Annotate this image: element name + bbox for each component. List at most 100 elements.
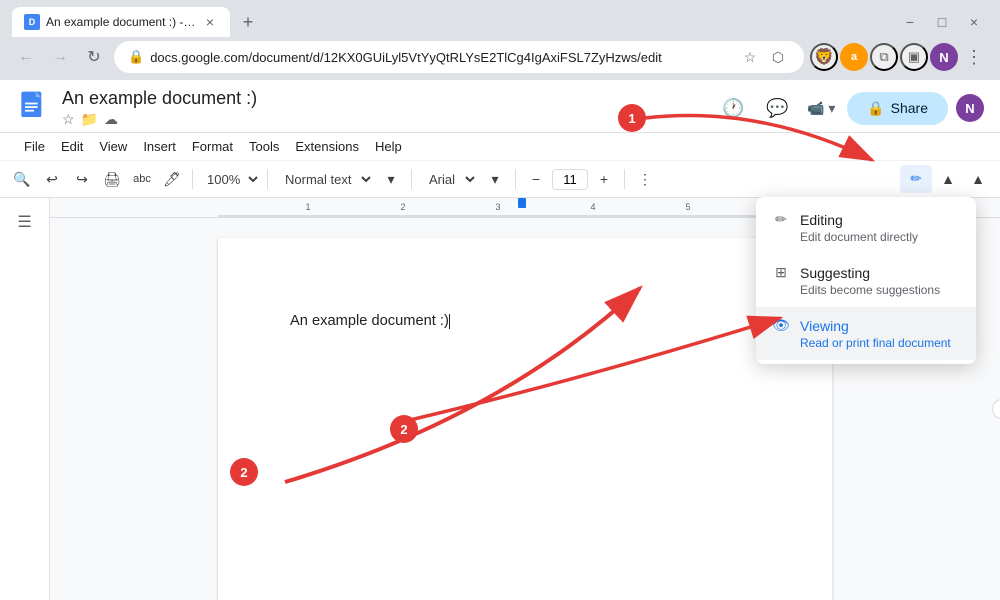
meet-button[interactable]: 📹 ▾ — [803, 90, 839, 126]
brave-icon-button[interactable]: 🦁 — [810, 43, 838, 71]
share-lock-icon: 🔒 — [867, 100, 884, 117]
docs-profile-icon[interactable]: N — [956, 94, 984, 122]
cloud-icon[interactable]: ☁ — [104, 111, 118, 128]
menu-insert[interactable]: Insert — [135, 135, 184, 158]
doc-page[interactable]: An example document :) — [218, 238, 832, 600]
forward-button[interactable]: → — [46, 43, 74, 71]
folder-icon[interactable]: 📁 — [81, 111, 98, 128]
font-size-input[interactable] — [552, 169, 588, 190]
toolbar-separator-4 — [515, 169, 516, 189]
history-button[interactable]: 🕐 — [715, 90, 751, 126]
star-icon[interactable]: ☆ — [62, 111, 75, 128]
share-label: Share — [891, 100, 928, 116]
font-size-increase-button[interactable]: + — [590, 165, 618, 193]
address-bar: ← → ↻ 🔒 docs.google.com/document/d/12KX0… — [0, 36, 1000, 80]
spell-check-button[interactable]: abc — [128, 165, 156, 193]
title-bar: D An example document :) - Goog × + − □ … — [0, 0, 1000, 36]
docs-app: An example document :) ☆ 📁 ☁ 🕐 💬 📹 ▾ 🔒 S… — [0, 80, 1000, 600]
browser-right-icons: 🦁 a ⧉ ▣ N ⋮ — [810, 43, 988, 71]
doc-content[interactable]: An example document :) — [290, 310, 760, 332]
editing-subtitle: Edit document directly — [800, 230, 960, 244]
search-toolbar-button[interactable]: 🔍 — [8, 165, 36, 193]
font-select[interactable]: Arial — [418, 166, 479, 193]
menu-view[interactable]: View — [91, 135, 135, 158]
editing-pencil-icon: ✏ — [772, 211, 790, 228]
minimize-button[interactable]: − — [896, 8, 924, 36]
menu-edit[interactable]: Edit — [53, 135, 91, 158]
split-view-button[interactable]: ▣ — [900, 43, 928, 71]
bookmark-button[interactable]: ☆ — [738, 45, 762, 69]
svg-text:2: 2 — [400, 202, 405, 212]
docs-title: An example document :) — [62, 88, 257, 109]
toolbar-separator-5 — [624, 169, 625, 189]
docs-header-right: 🕐 💬 📹 ▾ 🔒 Share N — [715, 90, 984, 126]
menu-file[interactable]: File — [16, 135, 53, 158]
extensions-button[interactable]: ⧉ — [870, 43, 898, 71]
new-tab-button[interactable]: + — [234, 8, 262, 36]
browser-more-button[interactable]: ⋮ — [960, 43, 988, 71]
undo-button[interactable]: ↩ — [38, 165, 66, 193]
paint-format-button[interactable]: 🖊 — [158, 165, 186, 193]
profile-icon[interactable]: N — [930, 43, 958, 71]
suggesting-icon: ⊞ — [772, 264, 790, 281]
menu-tools[interactable]: Tools — [241, 135, 287, 158]
svg-text:3: 3 — [495, 202, 500, 212]
address-bar-icons: ☆ ⬡ — [738, 45, 790, 69]
back-button[interactable]: ← — [12, 43, 40, 71]
sidebar-hamburger-icon[interactable]: ☰ — [9, 206, 41, 238]
toolbar-collapse-button[interactable]: ▲ — [964, 165, 992, 193]
close-window-button[interactable]: × — [960, 8, 988, 36]
font-dropdown-button[interactable]: ▾ — [481, 165, 509, 193]
menu-extensions[interactable]: Extensions — [287, 135, 367, 158]
right-panel-toggle[interactable]: › — [992, 399, 1000, 419]
font-size-decrease-button[interactable]: − — [522, 165, 550, 193]
edit-mode-button[interactable]: ✏ — [900, 165, 932, 193]
tab-strip: D An example document :) - Goog × + — [12, 7, 262, 37]
style-dropdown-button[interactable]: ▾ — [377, 165, 405, 193]
more-toolbar-button[interactable]: ⋮ — [631, 165, 659, 193]
url-text: docs.google.com/document/d/12KX0GUiLyl5V… — [150, 50, 732, 65]
ruler-svg: 1 2 3 4 5 — [218, 198, 832, 218]
toolbar-separator-1 — [192, 169, 193, 189]
menu-help[interactable]: Help — [367, 135, 410, 158]
toolbar-separator-3 — [411, 169, 412, 189]
lock-icon: 🔒 — [128, 49, 144, 65]
docs-header: An example document :) ☆ 📁 ☁ 🕐 💬 📹 ▾ 🔒 S… — [0, 80, 1000, 133]
viewing-title: Viewing — [800, 318, 849, 334]
toolbar: 🔍 ↩ ↪ 🖨 abc 🖊 100% Normal text ▾ Arial ▾… — [0, 161, 1000, 198]
suggesting-subtitle: Edits become suggestions — [800, 283, 960, 297]
toolbar-right: ✏ ▲ ▲ ✏ Editing Edit document directly ⊞… — [900, 165, 992, 193]
tab-close-button[interactable]: × — [202, 14, 218, 30]
address-input[interactable]: 🔒 docs.google.com/document/d/12KX0GUiLyl… — [114, 41, 804, 73]
editing-mode-header: ✏ Editing — [772, 211, 960, 228]
active-tab[interactable]: D An example document :) - Goog × — [12, 7, 230, 37]
docs-header-left: An example document :) ☆ 📁 ☁ — [16, 88, 257, 128]
window-controls: − □ × — [896, 8, 988, 36]
share-button[interactable]: 🔒 Share — [847, 92, 948, 125]
share-page-button[interactable]: ⬡ — [766, 45, 790, 69]
docs-title-icons: ☆ 📁 ☁ — [62, 111, 257, 128]
mode-chevron-button[interactable]: ▲ — [934, 165, 962, 193]
style-select[interactable]: Normal text — [274, 166, 375, 193]
suggesting-mode-item[interactable]: ⊞ Suggesting Edits become suggestions — [756, 254, 976, 307]
comment-button[interactable]: 💬 — [759, 90, 795, 126]
print-button[interactable]: 🖨 — [98, 165, 126, 193]
suggesting-title: Suggesting — [800, 265, 870, 281]
svg-text:1: 1 — [305, 202, 310, 212]
menu-format[interactable]: Format — [184, 135, 241, 158]
ruler-inner: 1 2 3 4 5 — [218, 198, 832, 218]
viewing-subtitle: Read or print final document — [800, 336, 960, 350]
svg-text:4: 4 — [590, 202, 595, 212]
reload-button[interactable]: ↻ — [80, 43, 108, 71]
text-cursor — [449, 314, 450, 329]
doc-sidebar: ☰ — [0, 198, 50, 600]
viewing-mode-item[interactable]: 👁 Viewing Read or print final document — [756, 307, 976, 360]
browser-chrome: D An example document :) - Goog × + − □ … — [0, 0, 1000, 80]
tab-title: An example document :) - Goog — [46, 15, 196, 29]
maximize-button[interactable]: □ — [928, 8, 956, 36]
editing-mode-item[interactable]: ✏ Editing Edit document directly — [756, 201, 976, 254]
editing-title: Editing — [800, 212, 843, 228]
zoom-select[interactable]: 100% — [199, 169, 261, 190]
redo-button[interactable]: ↪ — [68, 165, 96, 193]
amazon-extension-button[interactable]: a — [840, 43, 868, 71]
